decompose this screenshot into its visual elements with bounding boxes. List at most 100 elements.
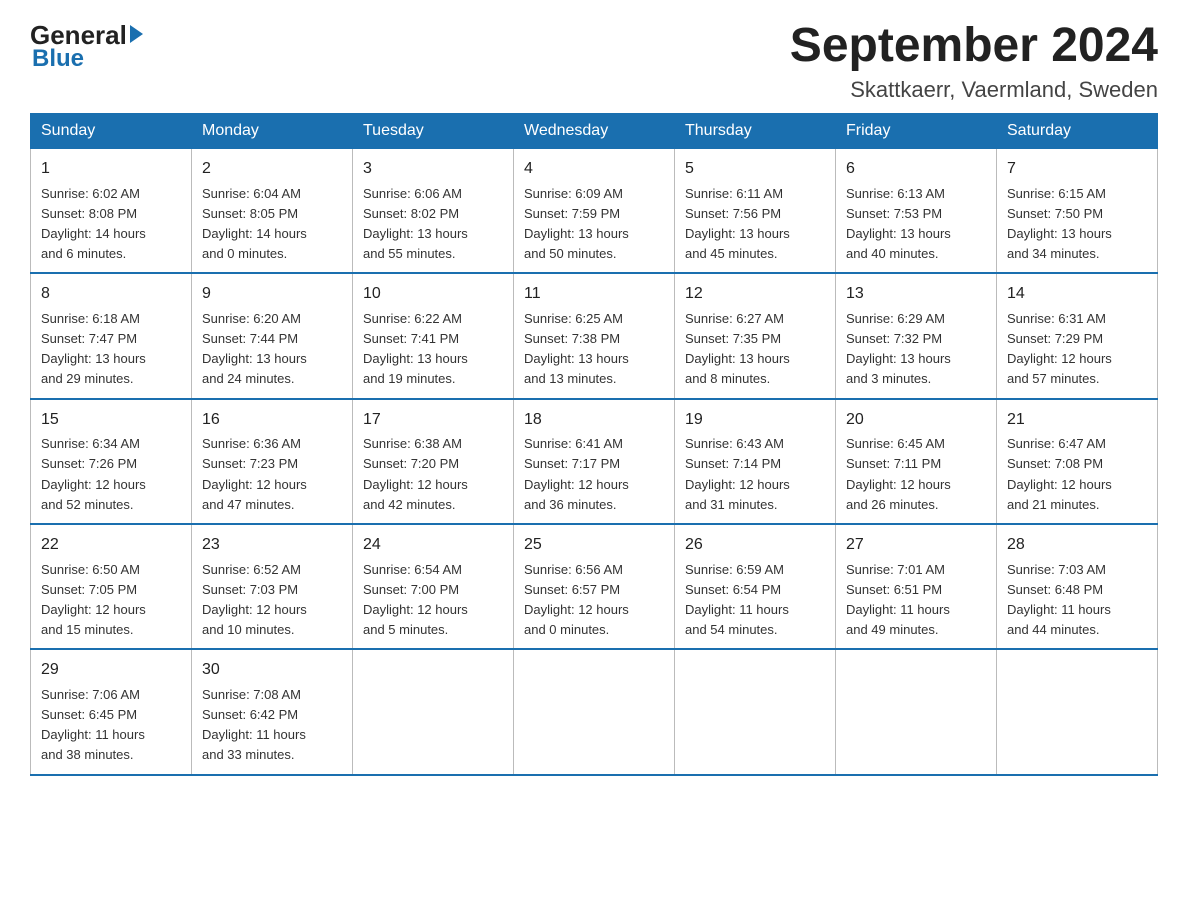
week-row-3: 15Sunrise: 6:34 AM Sunset: 7:26 PM Dayli… bbox=[31, 399, 1158, 524]
weekday-header-friday: Friday bbox=[836, 113, 997, 148]
day-number: 3 bbox=[363, 157, 503, 182]
day-number: 13 bbox=[846, 282, 986, 307]
calendar-cell: 2Sunrise: 6:04 AM Sunset: 8:05 PM Daylig… bbox=[192, 148, 353, 273]
calendar-cell: 16Sunrise: 6:36 AM Sunset: 7:23 PM Dayli… bbox=[192, 399, 353, 524]
calendar-cell: 11Sunrise: 6:25 AM Sunset: 7:38 PM Dayli… bbox=[514, 273, 675, 398]
calendar-cell: 1Sunrise: 6:02 AM Sunset: 8:08 PM Daylig… bbox=[31, 148, 192, 273]
weekday-header-saturday: Saturday bbox=[997, 113, 1158, 148]
day-info: Sunrise: 7:03 AM Sunset: 6:48 PM Dayligh… bbox=[1007, 560, 1147, 641]
day-info: Sunrise: 6:56 AM Sunset: 6:57 PM Dayligh… bbox=[524, 560, 664, 641]
day-info: Sunrise: 6:31 AM Sunset: 7:29 PM Dayligh… bbox=[1007, 309, 1147, 390]
day-info: Sunrise: 6:41 AM Sunset: 7:17 PM Dayligh… bbox=[524, 434, 664, 515]
day-info: Sunrise: 6:11 AM Sunset: 7:56 PM Dayligh… bbox=[685, 184, 825, 265]
day-number: 30 bbox=[202, 658, 342, 683]
calendar-cell: 7Sunrise: 6:15 AM Sunset: 7:50 PM Daylig… bbox=[997, 148, 1158, 273]
day-number: 20 bbox=[846, 408, 986, 433]
day-info: Sunrise: 6:02 AM Sunset: 8:08 PM Dayligh… bbox=[41, 184, 181, 265]
day-info: Sunrise: 6:36 AM Sunset: 7:23 PM Dayligh… bbox=[202, 434, 342, 515]
day-number: 8 bbox=[41, 282, 181, 307]
calendar-cell: 15Sunrise: 6:34 AM Sunset: 7:26 PM Dayli… bbox=[31, 399, 192, 524]
calendar-cell: 12Sunrise: 6:27 AM Sunset: 7:35 PM Dayli… bbox=[675, 273, 836, 398]
day-info: Sunrise: 6:27 AM Sunset: 7:35 PM Dayligh… bbox=[685, 309, 825, 390]
day-info: Sunrise: 6:13 AM Sunset: 7:53 PM Dayligh… bbox=[846, 184, 986, 265]
logo: General Blue bbox=[30, 20, 143, 73]
day-info: Sunrise: 6:47 AM Sunset: 7:08 PM Dayligh… bbox=[1007, 434, 1147, 515]
day-info: Sunrise: 6:54 AM Sunset: 7:00 PM Dayligh… bbox=[363, 560, 503, 641]
day-info: Sunrise: 6:52 AM Sunset: 7:03 PM Dayligh… bbox=[202, 560, 342, 641]
logo-blue-text: Blue bbox=[30, 45, 143, 73]
calendar-cell: 19Sunrise: 6:43 AM Sunset: 7:14 PM Dayli… bbox=[675, 399, 836, 524]
week-row-4: 22Sunrise: 6:50 AM Sunset: 7:05 PM Dayli… bbox=[31, 524, 1158, 649]
day-number: 29 bbox=[41, 658, 181, 683]
calendar-cell: 26Sunrise: 6:59 AM Sunset: 6:54 PM Dayli… bbox=[675, 524, 836, 649]
weekday-header-tuesday: Tuesday bbox=[353, 113, 514, 148]
day-info: Sunrise: 6:43 AM Sunset: 7:14 PM Dayligh… bbox=[685, 434, 825, 515]
calendar-cell: 17Sunrise: 6:38 AM Sunset: 7:20 PM Dayli… bbox=[353, 399, 514, 524]
weekday-header-monday: Monday bbox=[192, 113, 353, 148]
day-number: 19 bbox=[685, 408, 825, 433]
day-number: 27 bbox=[846, 533, 986, 558]
day-info: Sunrise: 6:59 AM Sunset: 6:54 PM Dayligh… bbox=[685, 560, 825, 641]
day-info: Sunrise: 6:38 AM Sunset: 7:20 PM Dayligh… bbox=[363, 434, 503, 515]
day-info: Sunrise: 6:29 AM Sunset: 7:32 PM Dayligh… bbox=[846, 309, 986, 390]
calendar-cell: 28Sunrise: 7:03 AM Sunset: 6:48 PM Dayli… bbox=[997, 524, 1158, 649]
day-info: Sunrise: 7:01 AM Sunset: 6:51 PM Dayligh… bbox=[846, 560, 986, 641]
day-info: Sunrise: 6:34 AM Sunset: 7:26 PM Dayligh… bbox=[41, 434, 181, 515]
day-info: Sunrise: 7:06 AM Sunset: 6:45 PM Dayligh… bbox=[41, 685, 181, 766]
day-info: Sunrise: 6:45 AM Sunset: 7:11 PM Dayligh… bbox=[846, 434, 986, 515]
calendar-cell bbox=[353, 649, 514, 774]
day-number: 25 bbox=[524, 533, 664, 558]
day-number: 18 bbox=[524, 408, 664, 433]
calendar-cell: 18Sunrise: 6:41 AM Sunset: 7:17 PM Dayli… bbox=[514, 399, 675, 524]
calendar-cell: 25Sunrise: 6:56 AM Sunset: 6:57 PM Dayli… bbox=[514, 524, 675, 649]
calendar-cell: 6Sunrise: 6:13 AM Sunset: 7:53 PM Daylig… bbox=[836, 148, 997, 273]
day-number: 5 bbox=[685, 157, 825, 182]
day-number: 28 bbox=[1007, 533, 1147, 558]
calendar-cell: 30Sunrise: 7:08 AM Sunset: 6:42 PM Dayli… bbox=[192, 649, 353, 774]
calendar-cell bbox=[836, 649, 997, 774]
calendar-cell: 4Sunrise: 6:09 AM Sunset: 7:59 PM Daylig… bbox=[514, 148, 675, 273]
calendar-cell: 3Sunrise: 6:06 AM Sunset: 8:02 PM Daylig… bbox=[353, 148, 514, 273]
day-info: Sunrise: 6:09 AM Sunset: 7:59 PM Dayligh… bbox=[524, 184, 664, 265]
day-number: 4 bbox=[524, 157, 664, 182]
month-title: September 2024 bbox=[790, 20, 1158, 73]
calendar-cell: 20Sunrise: 6:45 AM Sunset: 7:11 PM Dayli… bbox=[836, 399, 997, 524]
day-info: Sunrise: 6:22 AM Sunset: 7:41 PM Dayligh… bbox=[363, 309, 503, 390]
calendar-cell: 10Sunrise: 6:22 AM Sunset: 7:41 PM Dayli… bbox=[353, 273, 514, 398]
day-info: Sunrise: 6:18 AM Sunset: 7:47 PM Dayligh… bbox=[41, 309, 181, 390]
day-number: 2 bbox=[202, 157, 342, 182]
week-row-2: 8Sunrise: 6:18 AM Sunset: 7:47 PM Daylig… bbox=[31, 273, 1158, 398]
day-info: Sunrise: 6:15 AM Sunset: 7:50 PM Dayligh… bbox=[1007, 184, 1147, 265]
day-number: 6 bbox=[846, 157, 986, 182]
day-number: 11 bbox=[524, 282, 664, 307]
calendar-cell bbox=[997, 649, 1158, 774]
calendar-cell: 8Sunrise: 6:18 AM Sunset: 7:47 PM Daylig… bbox=[31, 273, 192, 398]
day-number: 9 bbox=[202, 282, 342, 307]
calendar-cell: 13Sunrise: 6:29 AM Sunset: 7:32 PM Dayli… bbox=[836, 273, 997, 398]
weekday-header-thursday: Thursday bbox=[675, 113, 836, 148]
day-number: 7 bbox=[1007, 157, 1147, 182]
calendar-cell: 14Sunrise: 6:31 AM Sunset: 7:29 PM Dayli… bbox=[997, 273, 1158, 398]
day-number: 24 bbox=[363, 533, 503, 558]
day-number: 10 bbox=[363, 282, 503, 307]
calendar-cell bbox=[514, 649, 675, 774]
calendar-cell: 9Sunrise: 6:20 AM Sunset: 7:44 PM Daylig… bbox=[192, 273, 353, 398]
calendar-cell: 22Sunrise: 6:50 AM Sunset: 7:05 PM Dayli… bbox=[31, 524, 192, 649]
day-number: 14 bbox=[1007, 282, 1147, 307]
day-number: 22 bbox=[41, 533, 181, 558]
calendar-cell: 29Sunrise: 7:06 AM Sunset: 6:45 PM Dayli… bbox=[31, 649, 192, 774]
calendar-cell bbox=[675, 649, 836, 774]
day-number: 15 bbox=[41, 408, 181, 433]
day-info: Sunrise: 6:50 AM Sunset: 7:05 PM Dayligh… bbox=[41, 560, 181, 641]
weekday-header-sunday: Sunday bbox=[31, 113, 192, 148]
calendar-cell: 24Sunrise: 6:54 AM Sunset: 7:00 PM Dayli… bbox=[353, 524, 514, 649]
day-info: Sunrise: 7:08 AM Sunset: 6:42 PM Dayligh… bbox=[202, 685, 342, 766]
calendar-cell: 21Sunrise: 6:47 AM Sunset: 7:08 PM Dayli… bbox=[997, 399, 1158, 524]
title-block: September 2024 Skattkaerr, Vaermland, Sw… bbox=[790, 20, 1158, 103]
day-info: Sunrise: 6:04 AM Sunset: 8:05 PM Dayligh… bbox=[202, 184, 342, 265]
day-number: 1 bbox=[41, 157, 181, 182]
calendar-table: SundayMondayTuesdayWednesdayThursdayFrid… bbox=[30, 113, 1158, 776]
location-title: Skattkaerr, Vaermland, Sweden bbox=[790, 77, 1158, 103]
calendar-cell: 27Sunrise: 7:01 AM Sunset: 6:51 PM Dayli… bbox=[836, 524, 997, 649]
week-row-5: 29Sunrise: 7:06 AM Sunset: 6:45 PM Dayli… bbox=[31, 649, 1158, 774]
